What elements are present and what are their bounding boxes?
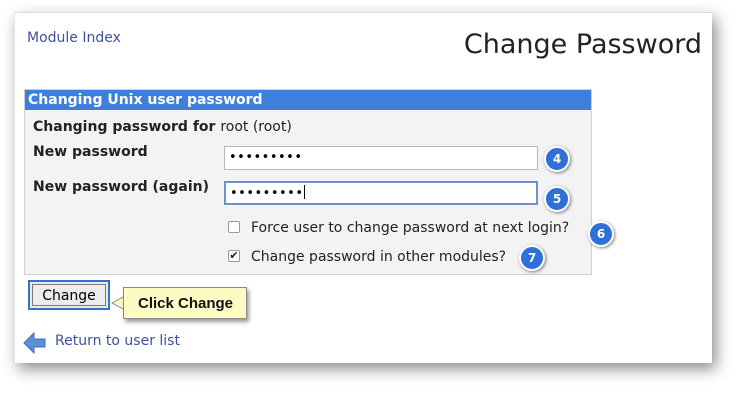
click-change-callout: Click Change	[123, 287, 247, 319]
new-password-again-field[interactable]: •••••••••	[224, 181, 538, 205]
content-frame: Module Index Change Password Changing Un…	[14, 12, 712, 363]
step-badge-5: 5	[544, 186, 570, 212]
arrow-left-icon[interactable]	[23, 331, 47, 355]
section-title: Changing Unix user password	[25, 90, 591, 110]
new-password-again-label: New password (again)	[33, 179, 209, 195]
new-password-field[interactable]: •••••••••	[224, 146, 538, 170]
change-button[interactable]: Change	[28, 280, 110, 310]
page-title: Change Password	[463, 29, 702, 60]
step-badge-6: 6	[588, 221, 614, 247]
password-form-panel: Changing Unix user password Changing pas…	[24, 89, 614, 275]
changing-for-value: root (root)	[220, 119, 292, 135]
force-change-checkbox[interactable]	[228, 221, 240, 233]
new-password-again-value: •••••••••	[230, 186, 304, 201]
text-caret	[303, 185, 305, 199]
step-badge-7: 7	[519, 245, 545, 271]
step-badge-4: 4	[544, 146, 570, 172]
changing-for-row: Changing password for root (root)	[33, 119, 292, 135]
new-password-value: •••••••••	[229, 150, 303, 165]
force-change-label: Force user to change password at next lo…	[251, 220, 570, 236]
return-to-user-list-link[interactable]: Return to user list	[55, 333, 180, 349]
new-password-label: New password	[33, 144, 148, 160]
checkmark-icon: ✔	[229, 249, 239, 262]
module-index-link[interactable]: Module Index	[27, 30, 121, 46]
other-modules-label: Change password in other modules?	[251, 249, 507, 265]
changing-for-label: Changing password for	[33, 119, 216, 135]
change-button-label[interactable]: Change	[32, 284, 106, 306]
other-modules-checkbox[interactable]: ✔	[228, 250, 240, 262]
